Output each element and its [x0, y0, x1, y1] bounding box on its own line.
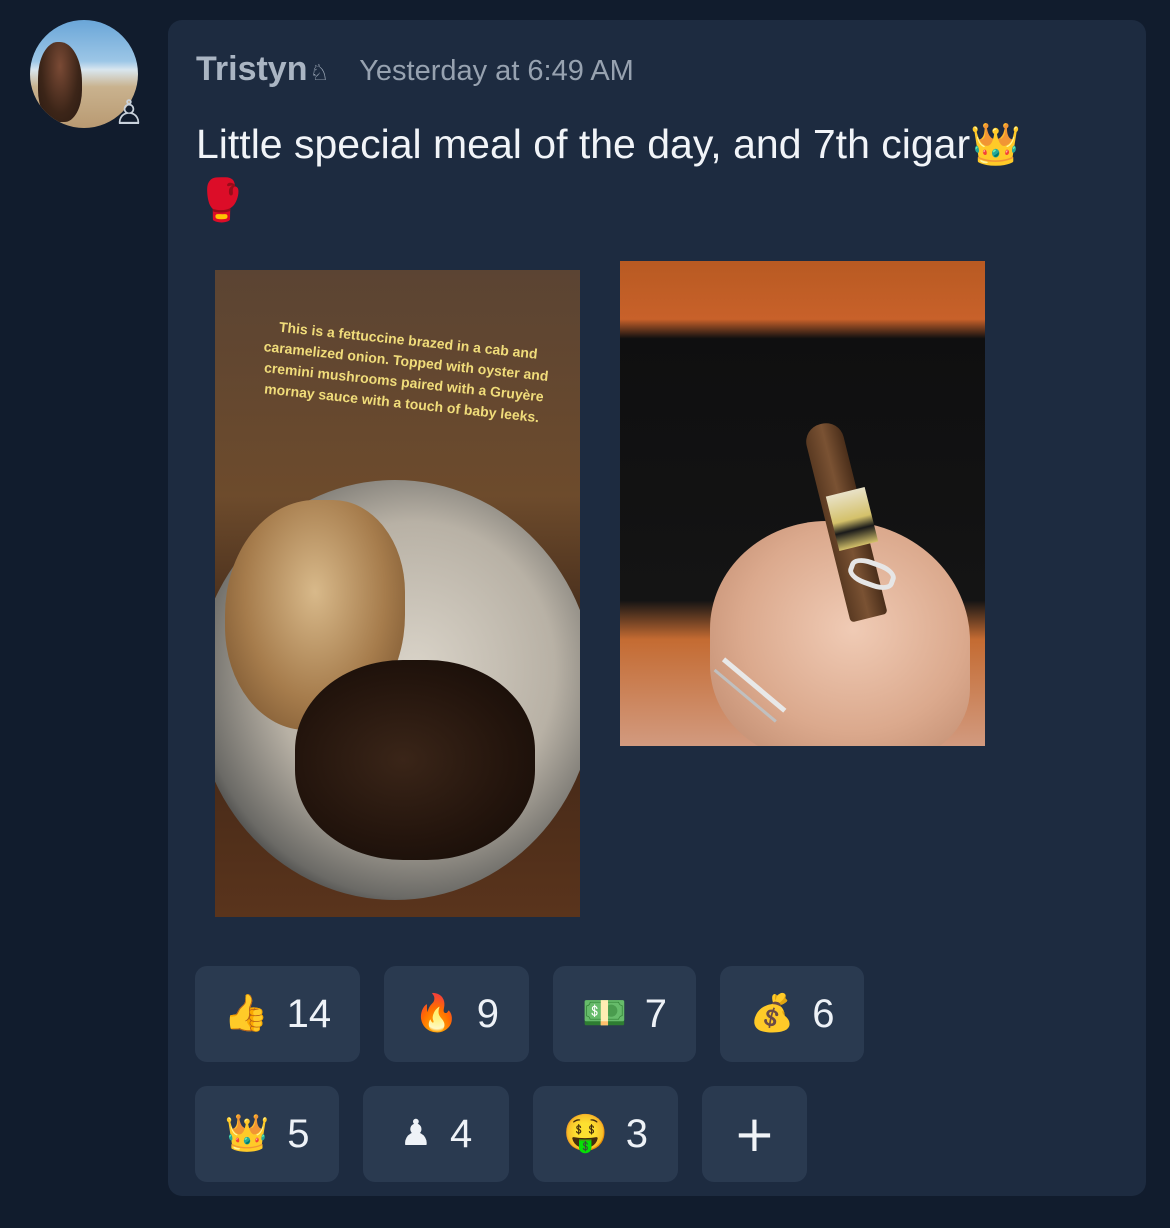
add-reaction-button[interactable]: +: [702, 1086, 807, 1182]
reaction-crown[interactable]: 👑 5: [195, 1086, 339, 1182]
username[interactable]: Tristyn: [196, 50, 307, 89]
photo-caption: This is a fettuccine brazed in a cab and…: [263, 318, 550, 426]
reaction-money-bill[interactable]: 💵 7: [553, 966, 696, 1062]
message-header: Tristyn ♘ Yesterday at 6:49 AM: [196, 50, 634, 89]
reaction-money-mouth[interactable]: 🤑 3: [533, 1086, 678, 1182]
food-photo[interactable]: This is a fettuccine brazed in a cab and…: [215, 270, 580, 917]
money-mouth-face-icon: 🤑: [562, 1113, 608, 1154]
reaction-count: 4: [450, 1111, 473, 1156]
status-pawn-icon: ♙: [113, 93, 145, 133]
timestamp: Yesterday at 6:49 AM: [359, 55, 634, 87]
message-card: Tristyn ♘ Yesterday at 6:49 AM Little sp…: [168, 20, 1146, 1196]
boxing-glove-icon: 🥊: [196, 176, 248, 224]
fire-icon: 🔥: [413, 993, 459, 1034]
crown-icon: 👑: [224, 1113, 270, 1154]
reaction-fire[interactable]: 🔥 9: [384, 966, 529, 1062]
reaction-count: 7: [644, 991, 668, 1036]
reaction-count: 6: [812, 991, 835, 1036]
reaction-money-bag[interactable]: 💰 6: [720, 966, 864, 1062]
money-bag-icon: 💰: [749, 993, 795, 1034]
message-body: Little special meal of the day, and 7th …: [196, 116, 1126, 228]
reaction-count: 5: [287, 1111, 310, 1156]
chess-pawn-icon: ♟: [399, 1113, 433, 1154]
message-text: Little special meal of the day, and 7th …: [196, 121, 971, 167]
knight-icon: ♘: [309, 61, 330, 86]
reaction-chess-pawn[interactable]: ♟ 4: [363, 1086, 509, 1182]
thumbs-up-icon: 👍: [223, 993, 269, 1034]
mat-logo: [636, 376, 762, 477]
money-bill-icon: 💵: [581, 993, 627, 1034]
mushrooms: [295, 660, 535, 860]
cigar-photo[interactable]: [620, 261, 985, 746]
crown-icon: 👑: [970, 120, 1022, 168]
reaction-thumbs-up[interactable]: 👍 14: [195, 966, 360, 1062]
reaction-count: 9: [476, 991, 500, 1036]
reaction-count: 14: [286, 991, 332, 1036]
reaction-count: 3: [625, 1111, 649, 1156]
avatar[interactable]: ♙: [30, 20, 144, 132]
avatar-face: [38, 42, 82, 122]
